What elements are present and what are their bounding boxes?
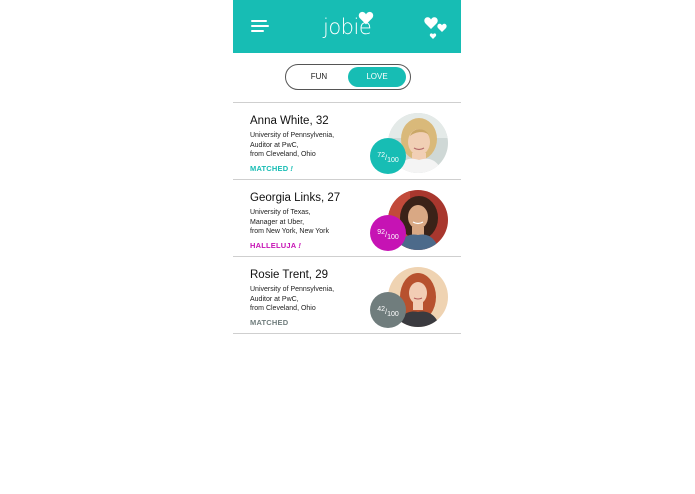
profile-details: University of Pennsylvenia, Auditor at P…: [250, 131, 334, 160]
app-screen: jobie FUN LOVE Anna White, 32 University…: [233, 0, 461, 494]
profile-name: Anna White, 32: [250, 115, 329, 127]
match-card[interactable]: Anna White, 32 University of Pennsylveni…: [233, 102, 461, 179]
profile-education: University of Pennsylvenia,: [250, 286, 335, 293]
toggle-love[interactable]: LOVE: [348, 67, 406, 87]
profile-location: from Cleveland, Ohio: [250, 151, 316, 158]
profile-name: Georgia Links, 27: [250, 192, 341, 204]
match-card[interactable]: Georgia Links, 27 University of Texas, M…: [233, 179, 461, 256]
app-logo: jobie: [323, 11, 374, 42]
score-value: 42: [377, 306, 385, 313]
top-bar: jobie: [233, 0, 461, 53]
match-status: MATCHED: [250, 318, 290, 327]
hamburger-menu-icon[interactable]: [251, 20, 269, 33]
match-status-label: MATCHED: [250, 318, 289, 327]
profile-details: University of Pennsylvenia, Auditor at P…: [250, 285, 334, 314]
hearts-icon[interactable]: [423, 14, 449, 40]
toggle-fun[interactable]: FUN: [290, 67, 348, 87]
profile-location: from Cleveland, Ohio: [250, 305, 316, 312]
match-status: MATCHED!: [250, 164, 293, 173]
compatibility-score: 92/100: [370, 215, 406, 251]
logo-heart-icon: [358, 11, 374, 25]
match-status-label: MATCHED: [250, 164, 289, 173]
profile-job: Auditor at PwC,: [250, 295, 299, 303]
compatibility-score: 72/100: [370, 138, 406, 174]
profile-name: Rosie Trent, 29: [250, 269, 328, 281]
profile-details: University of Texas, Manager at Uber, fr…: [250, 208, 329, 237]
match-card[interactable]: Rosie Trent, 29 University of Pennsylven…: [233, 256, 461, 334]
profile-job: Auditor at PwC,: [250, 141, 299, 149]
compatibility-score: 42/100: [370, 292, 406, 328]
score-value: 92: [377, 229, 385, 236]
match-status: HALLELUJA!: [250, 241, 301, 250]
match-list: Anna White, 32 University of Pennsylveni…: [233, 102, 461, 334]
profile-job: Manager at Uber,: [250, 218, 305, 226]
profile-education: University of Pennsylvenia,: [250, 132, 335, 139]
profile-education: University of Texas,: [250, 209, 311, 216]
fun-love-toggle: FUN LOVE: [285, 64, 411, 90]
score-total: 100: [387, 311, 399, 318]
match-status-label: HALLELUJA: [250, 241, 297, 250]
score-total: 100: [387, 157, 399, 164]
score-value: 72: [377, 152, 385, 159]
match-status-exclaim: !: [298, 241, 302, 250]
match-status-exclaim: !: [290, 164, 294, 173]
profile-location: from New York, New York: [250, 228, 329, 235]
score-total: 100: [387, 234, 399, 241]
